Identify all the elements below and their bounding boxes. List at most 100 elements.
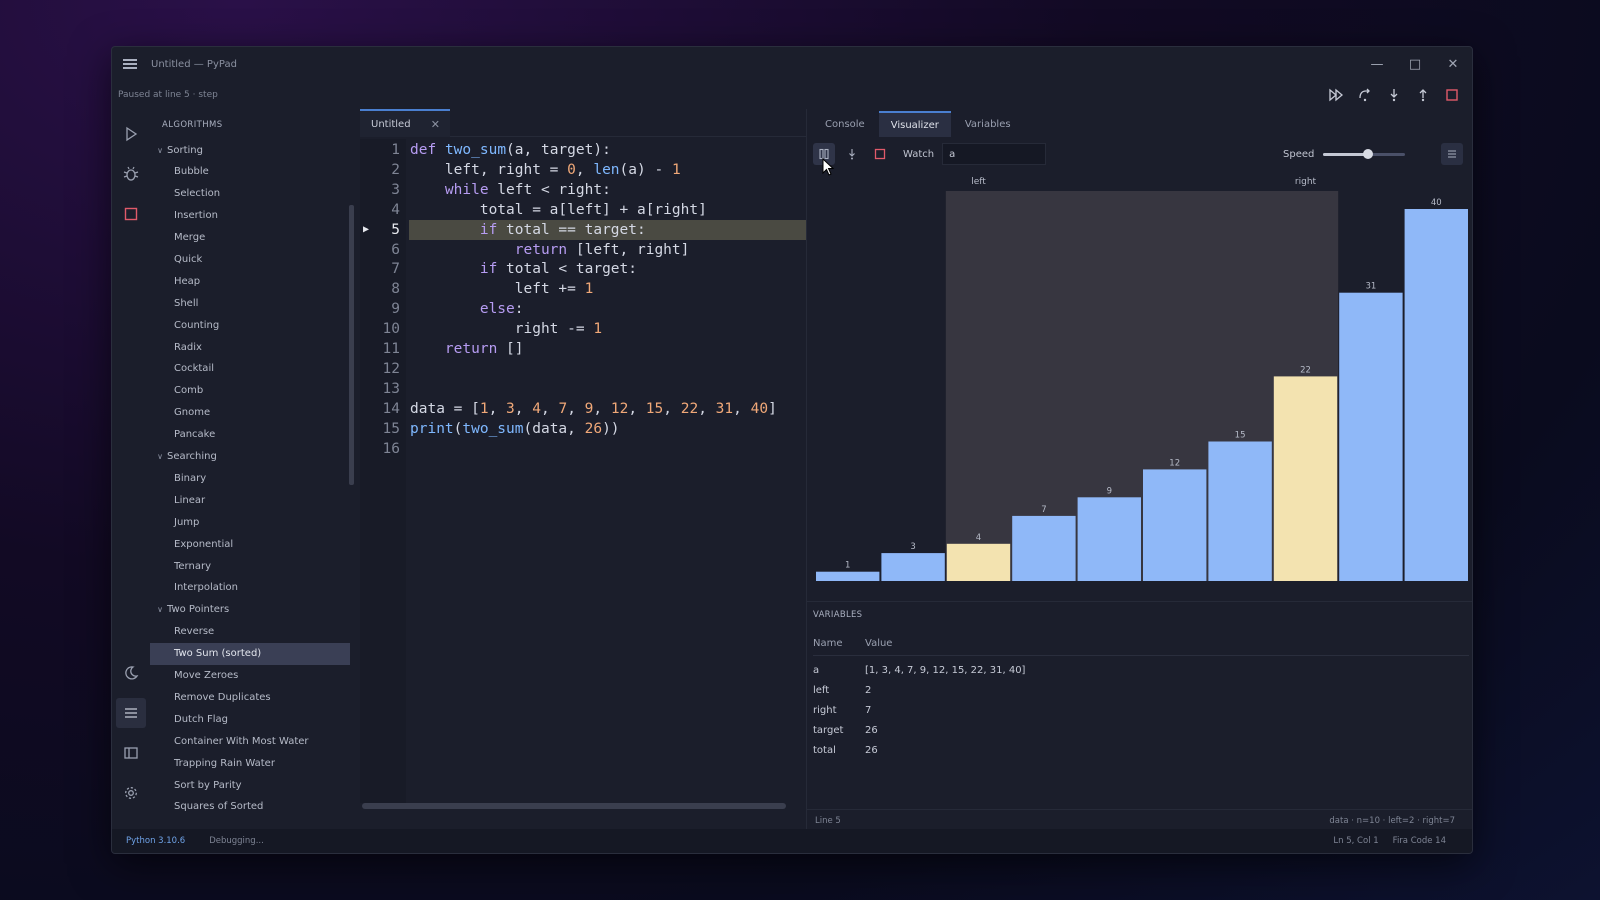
code-text: total = a[left] + a[right] [410,201,707,218]
variable-row[interactable]: target 26 [813,720,1469,740]
tree-item[interactable]: Merge [150,227,350,249]
tab-untitled[interactable]: Untitled ✕ [360,109,450,137]
line-number: 12 [382,360,400,377]
sidebar-panel-icon [124,747,138,759]
close-tab-icon[interactable]: ✕ [431,118,440,131]
code-line[interactable]: 3 while left < right: [360,180,806,200]
tree-item[interactable]: Comb [150,380,350,402]
array-bar[interactable] [1077,497,1141,581]
code-line[interactable]: 6 return [left, right] [360,240,806,260]
code-line[interactable]: 4 total = a[left] + a[right] [360,200,806,220]
tree-item[interactable]: Bubble [150,161,350,183]
tree-item[interactable]: Insertion [150,205,350,227]
tree-group[interactable]: ∨ Two Pointers [150,599,360,621]
code-line[interactable]: 13 [360,379,806,399]
debug-view-button[interactable] [116,159,146,189]
tab-variables[interactable]: Variables [953,111,1023,137]
minimize-button[interactable]: — [1358,47,1396,81]
step-over-button[interactable] [1355,85,1375,105]
panel-toggle-button[interactable] [116,738,146,768]
watch-input[interactable] [942,143,1047,165]
array-bar[interactable] [1404,209,1468,581]
code-text: return [left, right] [514,241,690,258]
sidebar-scrollbar[interactable] [349,205,354,485]
stop-view-button[interactable] [116,199,146,229]
history-button[interactable] [116,658,146,688]
tree-item[interactable]: Heap [150,270,350,292]
array-bar[interactable] [816,571,880,581]
tree-group[interactable]: ∨ Searching [150,446,360,468]
outline-button[interactable] [116,698,146,728]
tree-item[interactable]: Reverse [150,621,350,643]
editor-font[interactable]: Fira Code 14 [1393,836,1446,846]
stop-debug-button[interactable] [1442,85,1462,105]
tree-item[interactable]: Two Sum (sorted) [150,642,350,665]
tree-item[interactable]: Sort by Parity [150,774,350,796]
tree-item[interactable]: Linear [150,489,350,511]
code-line[interactable]: 8 left += 1 [360,279,806,299]
settings-button[interactable] [116,778,146,808]
variable-row[interactable]: total 26 [813,740,1469,760]
tree-item[interactable]: Trapping Rain Water [150,752,350,774]
tree-item[interactable]: Move Zeroes [150,665,350,687]
tree-item[interactable]: Pancake [150,424,350,446]
close-window-button[interactable]: ✕ [1434,47,1472,81]
tree-group[interactable]: ∨ Sorting [150,139,360,161]
step-into-button[interactable] [1384,85,1404,105]
code-line[interactable]: 10 right -= 1 [360,319,806,339]
speed-slider[interactable] [1323,149,1405,159]
maximize-button[interactable]: □ [1396,47,1434,81]
array-bar[interactable] [946,543,1011,581]
tree-item[interactable]: Counting [150,314,350,336]
code-line[interactable]: 9 else: [360,299,806,319]
python-version[interactable]: Python 3.10.6 [126,836,185,846]
code-line[interactable]: 1 def two_sum(a, target): [360,140,806,160]
tab-visualizer[interactable]: Visualizer [878,111,951,137]
code-line[interactable]: 12 [360,359,806,379]
code-line[interactable]: 7 if total < target: [360,259,806,279]
continue-button[interactable] [1326,85,1346,105]
tab-console[interactable]: Console [813,111,877,137]
editor-horizontal-scrollbar[interactable] [362,803,786,809]
step-viz-button[interactable] [841,143,863,165]
array-bar[interactable] [1208,441,1272,582]
tree-item[interactable]: Selection [150,183,350,205]
code-line[interactable]: 16 [360,439,806,459]
tree-item[interactable]: Radix [150,336,350,358]
stop-viz-button[interactable] [869,143,891,165]
tree-item[interactable]: Ternary [150,555,350,577]
speed-slider-knob[interactable] [1363,149,1374,159]
tree-item[interactable]: Dutch Flag [150,708,350,730]
tree-item[interactable]: Container With Most Water [150,730,350,752]
array-bar[interactable] [1339,292,1403,581]
variable-row[interactable]: a [1, 3, 4, 7, 9, 12, 15, 22, 31, 40] [813,660,1469,680]
tree-item[interactable]: Squares of Sorted [150,796,350,818]
code-line[interactable]: 2 left, right = 0, len(a) - 1 [360,160,806,180]
code-line[interactable]: 14 data = [1, 3, 4, 7, 9, 12, 15, 22, 31,… [360,399,806,419]
hamburger-menu-icon[interactable] [123,59,137,69]
array-bar[interactable] [1143,469,1207,581]
variable-row[interactable]: right 7 [813,700,1469,720]
tree-item[interactable]: Remove Duplicates [150,687,350,709]
tree-item[interactable]: Jump [150,511,350,533]
tree-item[interactable]: Exponential [150,533,350,555]
variable-row[interactable]: left 2 [813,680,1469,700]
tree-item[interactable]: Quick [150,249,350,271]
cursor-position[interactable]: Ln 5, Col 1 [1333,836,1378,846]
array-bar[interactable] [1273,376,1338,581]
visualizer-menu-button[interactable] [1441,143,1463,165]
tree-item[interactable]: Shell [150,292,350,314]
code-text: if total < target: [479,261,637,278]
array-bar[interactable] [881,553,945,581]
code-line[interactable]: 15 print(two_sum(data, 26)) [360,419,806,439]
tree-item[interactable]: Gnome [150,402,350,424]
code-line[interactable]: ▶ 5 if total == target: [360,219,806,240]
run-button[interactable] [116,119,146,149]
array-bar[interactable] [1012,515,1076,581]
tree-item[interactable]: Binary [150,468,350,490]
tree-item[interactable]: Interpolation [150,577,350,599]
step-out-button[interactable] [1413,85,1433,105]
code-line[interactable]: 11 return [] [360,339,806,359]
tree-item[interactable]: Cocktail [150,358,350,380]
code-area[interactable]: 1 def two_sum(a, target): 2 left, right = … [360,139,806,803]
